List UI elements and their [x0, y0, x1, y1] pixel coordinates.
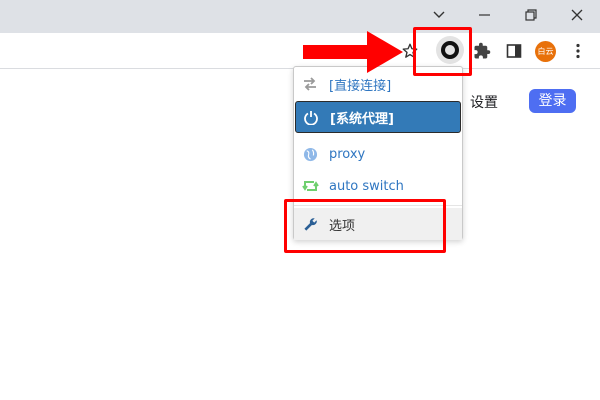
profile-avatar[interactable]: 白云 [535, 41, 556, 62]
side-panel-icon[interactable] [502, 39, 526, 63]
restore-button[interactable] [508, 2, 554, 28]
globe-icon [301, 145, 319, 163]
power-icon [302, 108, 320, 126]
extensions-puzzle-icon[interactable] [470, 39, 494, 63]
menu-item-label: auto switch [329, 178, 404, 194]
minimize-button[interactable] [462, 2, 508, 28]
tab-search-chevron-icon[interactable] [416, 2, 462, 28]
browser-toolbar: 白云 [0, 33, 600, 69]
menu-item-label: [系统代理] [330, 111, 394, 127]
browser-titlebar [0, 0, 600, 33]
menu-item-label: proxy [329, 146, 366, 162]
retweet-icon [301, 177, 319, 195]
menu-item-proxy[interactable]: proxy [294, 139, 462, 169]
kebab-menu-icon[interactable] [566, 39, 590, 63]
menu-item-label: [直接连接] [329, 78, 392, 94]
transfer-arrows-icon [301, 75, 319, 93]
menu-item-auto-switch[interactable]: auto switch [294, 171, 462, 201]
settings-link[interactable]: 设置 [470, 92, 498, 112]
extension-highlight-box [413, 27, 472, 76]
menu-item-system-proxy[interactable]: [系统代理] [295, 101, 461, 133]
red-arrow-icon [303, 31, 403, 73]
options-highlight-box [284, 199, 446, 253]
login-button[interactable]: 登录 [529, 89, 576, 113]
close-window-button[interactable] [554, 2, 600, 28]
